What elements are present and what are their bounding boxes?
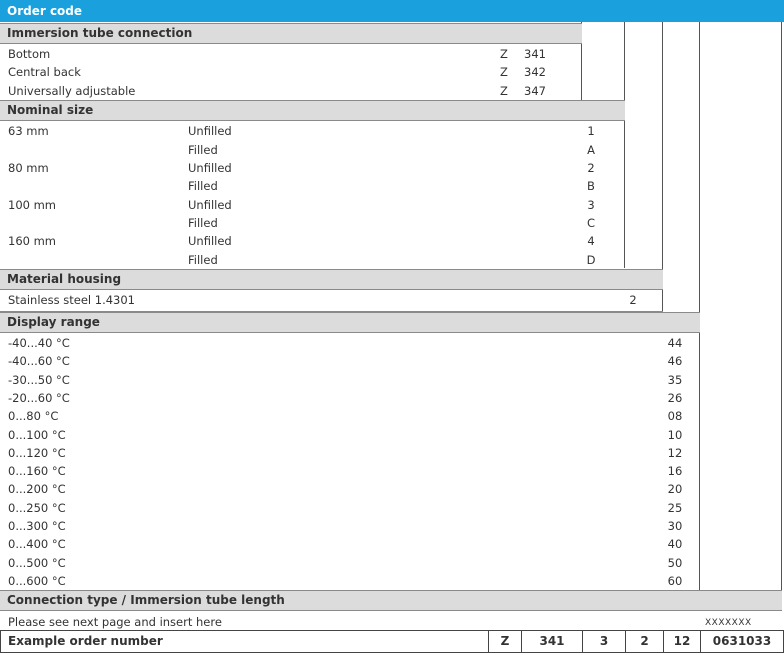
display-range-code: 35 [667,372,683,387]
column-divider [781,22,782,590]
display-range-label: 0...400 °C [8,537,66,552]
example-z: Z [488,631,521,652]
connection-code-placeholder: XXXXXXX [705,618,752,628]
immersion-label: Central back [8,65,81,79]
nominal-code: D [586,253,596,267]
example-connection-code: 0631033 [700,631,783,652]
nominal-fill-label: Unfilled [188,234,232,248]
nominal-code: 4 [587,234,595,248]
display-range-code: 16 [667,464,683,479]
display-range-label: -20...60 °C [8,390,70,405]
display-range-code: 30 [667,519,683,533]
nominal-size-label: 100 mm [8,198,57,212]
example-material-code: 2 [625,631,663,652]
nominal-size-label: 160 mm [8,234,57,248]
display-range-label: 0...100 °C [8,427,66,442]
display-range-code: 40 [667,537,683,552]
nominal-size-label: 63 mm [8,124,49,138]
display-range-code: 25 [667,500,683,515]
example-size-code: 3 [582,631,625,652]
display-range-code: 20 [667,482,683,497]
nominal-fill-label: Filled [188,253,218,267]
column-divider [624,22,625,268]
display-range-label: 0...600 °C [8,573,66,588]
nominal-fill-label: Unfilled [188,198,232,212]
material-label: Stainless steel 1.4301 [8,293,135,307]
nominal-code: 1 [587,124,595,138]
display-range-label: 0...120 °C [8,445,66,460]
display-range-code: 26 [667,390,683,405]
display-range-label: -40...60 °C [8,354,70,369]
immersion-z: Z [500,65,508,79]
connection-note: Please see next page and insert here [8,615,222,629]
immersion-z: Z [500,47,508,61]
example-immersion-code: 341 [521,631,582,652]
display-range-label: 0...160 °C [8,464,66,479]
material-code: 2 [629,293,637,307]
display-range-code: 50 [667,555,683,570]
nominal-code: C [586,216,596,230]
display-range-code: 10 [667,427,683,442]
immersion-code: 342 [524,65,546,79]
display-range-code: 46 [667,354,683,369]
section-header-material: Material housing [0,269,663,290]
nominal-code: 2 [587,161,595,175]
display-range-label: 0...300 °C [8,519,66,533]
nominal-fill-label: Unfilled [188,124,232,138]
display-range-label: -30...50 °C [8,372,70,387]
immersion-code: 347 [524,84,546,98]
example-order-row: Example order number Z 341 3 2 12 063103… [0,630,784,653]
immersion-label: Bottom [8,47,51,61]
example-order-label: Example order number [8,634,163,648]
immersion-label: Universally adjustable [8,84,136,98]
display-range-label: -40...40 °C [8,336,70,350]
nominal-size-label: 80 mm [8,161,49,175]
display-range-code: 44 [667,336,683,350]
nominal-fill-label: Filled [188,216,218,230]
nominal-fill-label: Filled [188,179,218,193]
example-range-code: 12 [663,631,700,652]
nominal-code: 3 [587,198,595,212]
nominal-fill-label: Filled [188,143,218,157]
section-header-nominal-size: Nominal size [0,100,625,121]
display-range-code: 60 [667,573,683,588]
nominal-code: A [587,143,595,157]
display-range-label: 0...200 °C [8,482,66,497]
section-header-immersion: Immersion tube connection [0,23,582,44]
order-code-title: Order code [0,0,784,22]
nominal-code: B [587,179,595,193]
display-range-code: 12 [667,445,683,460]
display-range-code: 08 [667,409,683,424]
nominal-fill-label: Unfilled [188,161,232,175]
immersion-code: 341 [524,47,546,61]
column-divider [699,22,700,590]
section-header-display-range: Display range [0,312,700,333]
display-range-label: 0...500 °C [8,555,66,570]
section-header-connection-type: Connection type / Immersion tube length [0,590,782,611]
display-range-label: 0...80 °C [8,409,59,424]
display-range-label: 0...250 °C [8,500,66,515]
immersion-z: Z [500,84,508,98]
